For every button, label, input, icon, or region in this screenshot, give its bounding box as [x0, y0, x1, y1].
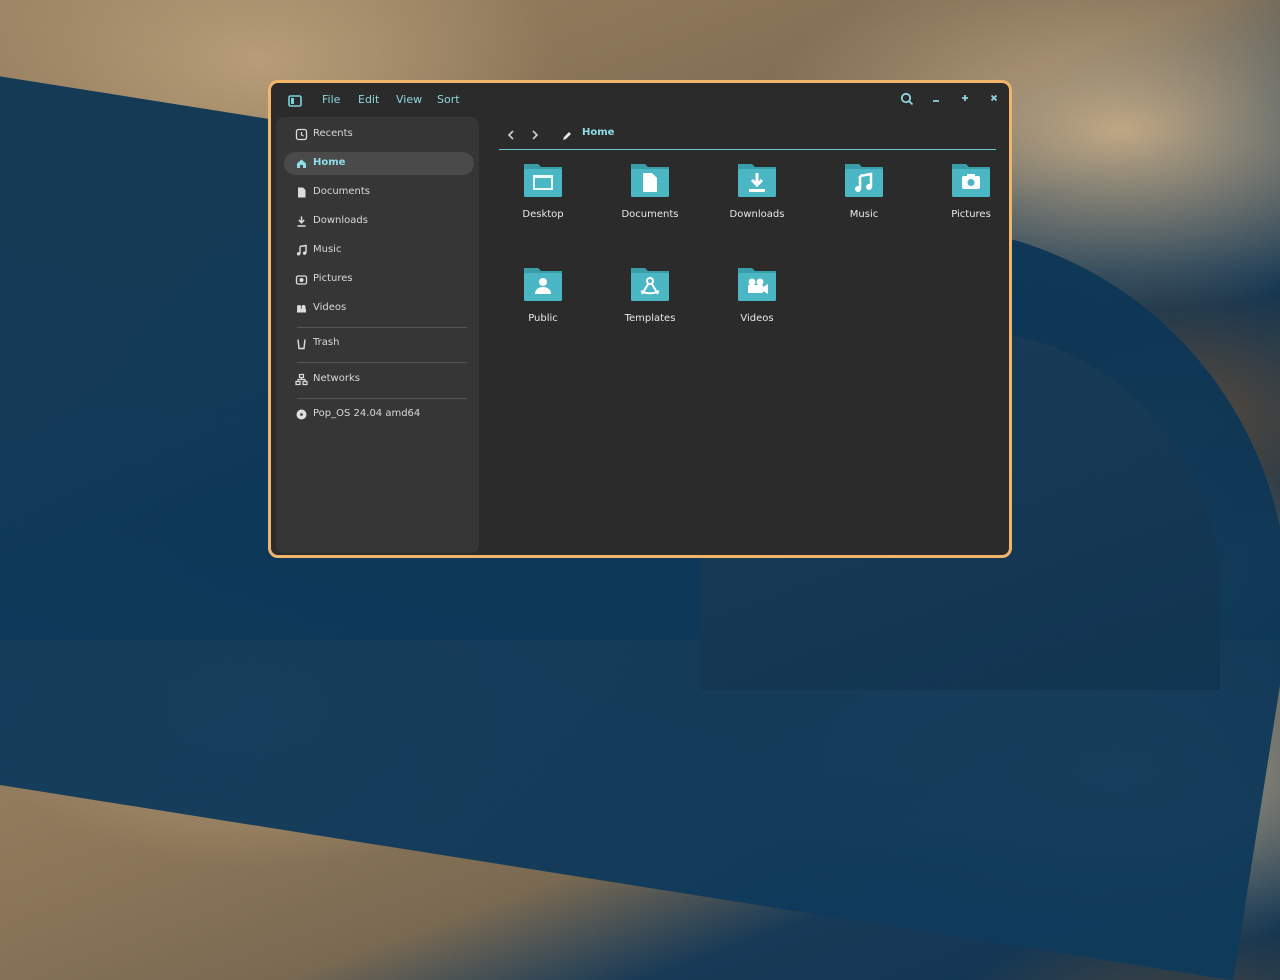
menu-edit[interactable]: Edit	[358, 93, 379, 106]
sidebar-item-downloads[interactable]: Downloads	[284, 210, 474, 233]
folder-videos[interactable]: Videos	[712, 261, 802, 341]
trash-icon	[295, 337, 308, 350]
folder-videos-icon	[738, 268, 776, 301]
menu-sort[interactable]: Sort	[437, 93, 460, 106]
clock-icon	[295, 128, 308, 141]
folder-music[interactable]: Music	[819, 157, 909, 237]
back-chevron-icon[interactable]	[504, 127, 518, 141]
sidebar-divider	[297, 362, 467, 363]
sidebar-item-label: Home	[313, 157, 346, 168]
video-camera-icon	[295, 302, 308, 315]
folder-downloads[interactable]: Downloads	[712, 157, 802, 237]
sidebar-item-label: Networks	[313, 373, 360, 384]
maximize-icon[interactable]	[956, 92, 974, 108]
sidebar-item-label: Documents	[313, 186, 371, 197]
folder-music-icon	[845, 164, 883, 197]
folder-templates[interactable]: Templates	[605, 261, 695, 341]
sidebar-item-recents[interactable]: Recents	[284, 123, 474, 146]
sidebar-item-home[interactable]: Home	[284, 152, 474, 175]
sidebar-item-networks[interactable]: Networks	[284, 368, 474, 391]
sidebar-item-label: Trash	[313, 337, 340, 348]
sidebar-item-label: Music	[313, 244, 342, 255]
folder-downloads-icon	[738, 164, 776, 197]
music-note-icon	[295, 244, 308, 257]
file-manager-window: File Edit View Sort Recents Home Documen…	[268, 80, 1012, 558]
folder-label: Music	[849, 209, 879, 220]
sidebar-item-pop-os-disc[interactable]: Pop_OS 24.04 amd64	[284, 403, 474, 426]
sidebar-item-pictures[interactable]: Pictures	[284, 268, 474, 291]
sidebar-item-trash[interactable]: Trash	[284, 332, 474, 355]
folder-label: Pictures	[951, 209, 991, 220]
folder-label: Documents	[621, 209, 679, 220]
folder-label: Videos	[740, 313, 774, 324]
sidebar-item-label: Pop_OS 24.04 amd64	[313, 408, 421, 419]
folder-public[interactable]: Public	[498, 261, 588, 341]
folder-label: Templates	[624, 313, 676, 324]
download-icon	[295, 215, 308, 228]
sidebar: Recents Home Documents Downloads Music P…	[276, 117, 479, 553]
sidebar-toggle-icon[interactable]	[287, 93, 303, 109]
titlebar: File Edit View Sort	[271, 83, 1009, 119]
sidebar-divider	[297, 398, 467, 399]
network-icon	[295, 373, 308, 386]
folder-label: Public	[528, 313, 558, 324]
sidebar-item-label: Recents	[313, 128, 353, 139]
document-icon	[295, 186, 308, 199]
path-bar: Home	[499, 119, 996, 150]
search-icon[interactable]	[898, 92, 916, 110]
folder-public-icon	[524, 268, 562, 301]
folder-desktop-icon	[524, 164, 562, 197]
minimize-icon[interactable]	[927, 92, 945, 108]
sidebar-divider	[297, 327, 467, 328]
sidebar-item-label: Downloads	[313, 215, 368, 226]
forward-chevron-icon[interactable]	[528, 127, 542, 141]
camera-icon	[295, 273, 308, 286]
folder-label: Downloads	[729, 209, 785, 220]
folder-pictures[interactable]: Pictures	[926, 157, 1009, 237]
edit-path-icon[interactable]	[561, 127, 573, 140]
folder-pictures-icon	[952, 164, 990, 197]
close-icon[interactable]	[985, 92, 1003, 108]
folder-desktop[interactable]: Desktop	[498, 157, 588, 237]
sidebar-item-videos[interactable]: Videos	[284, 297, 474, 320]
sidebar-item-label: Videos	[313, 302, 347, 313]
home-icon	[295, 157, 308, 170]
folder-documents-icon	[631, 164, 669, 197]
breadcrumb-home[interactable]: Home	[582, 127, 614, 138]
menu-view[interactable]: View	[396, 93, 422, 106]
menu-file[interactable]: File	[322, 93, 340, 106]
folder-label: Desktop	[522, 209, 564, 220]
folder-templates-icon	[631, 268, 669, 301]
sidebar-item-music[interactable]: Music	[284, 239, 474, 262]
disc-icon	[295, 408, 308, 421]
sidebar-item-documents[interactable]: Documents	[284, 181, 474, 204]
folder-documents[interactable]: Documents	[605, 157, 695, 237]
sidebar-item-label: Pictures	[313, 273, 353, 284]
